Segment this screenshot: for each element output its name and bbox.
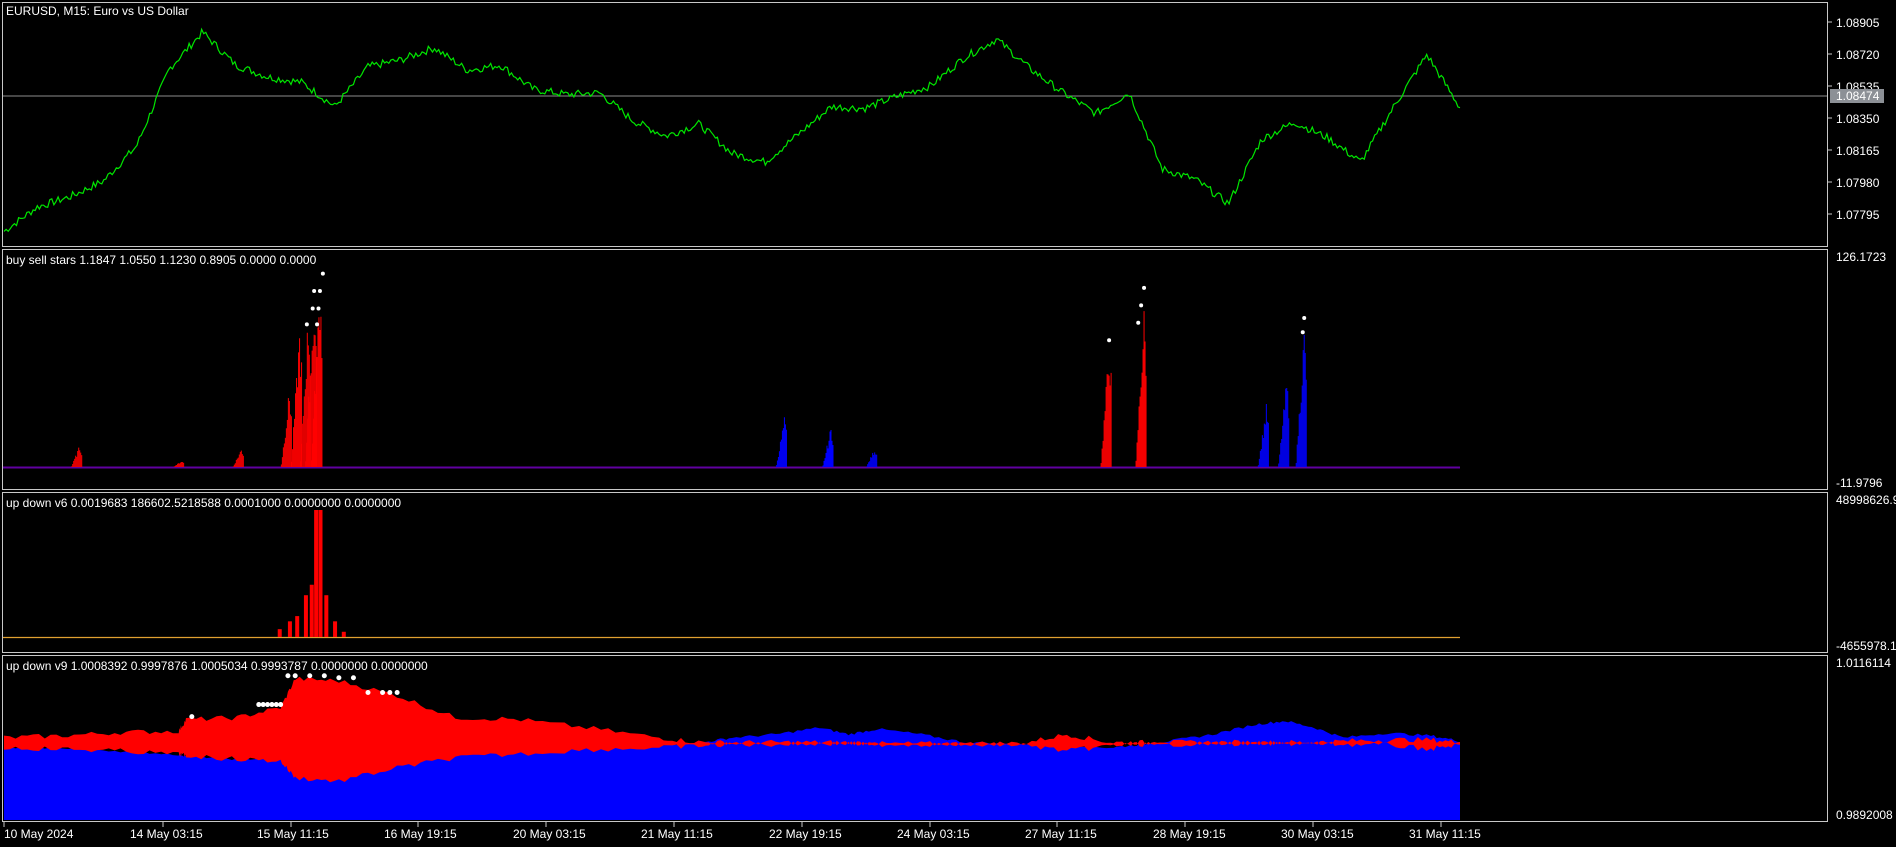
v6-bar bbox=[314, 510, 319, 637]
v6-bar bbox=[324, 595, 329, 637]
v9-dot bbox=[285, 673, 291, 679]
stars-panel-frame bbox=[2, 249, 1828, 490]
price-panel-frame bbox=[2, 2, 1828, 247]
v9-dot bbox=[365, 690, 371, 696]
v6-axis[interactable]: 48998626.9 -4655978.1 bbox=[1836, 493, 1896, 653]
v6-bar bbox=[341, 631, 346, 637]
stars-axis[interactable]: 126.1723 -11.9796 bbox=[1836, 250, 1886, 490]
time-axis-label: 30 May 03:15 bbox=[1281, 827, 1354, 841]
v9-dot bbox=[292, 673, 298, 679]
v6-red-bars bbox=[277, 510, 346, 637]
v6-bar bbox=[277, 629, 282, 637]
v6-panel-title: up down v6 0.0019683 186602.5218588 0.00… bbox=[6, 496, 401, 510]
v9-dot bbox=[387, 690, 393, 696]
chart-window: EURUSD, M15: Euro vs US Dollar buy sell … bbox=[2, 2, 1896, 841]
v9-dot bbox=[260, 702, 266, 708]
v9-dot bbox=[265, 702, 271, 708]
v6-bar bbox=[287, 621, 292, 637]
v9-dot bbox=[380, 690, 386, 696]
time-axis-label: 14 May 03:15 bbox=[130, 827, 203, 841]
v6-bar bbox=[318, 510, 323, 637]
time-axis-label: 15 May 11:15 bbox=[257, 827, 329, 841]
v9-dot bbox=[307, 673, 313, 679]
v6-bar bbox=[303, 595, 308, 637]
v9-dot bbox=[278, 702, 284, 708]
v6-panel-frame bbox=[2, 492, 1828, 653]
stars-panel[interactable]: buy sell stars 1.1847 1.0550 1.1230 0.89… bbox=[3, 253, 1460, 469]
price-panel-title: EURUSD, M15: Euro vs US Dollar bbox=[6, 4, 189, 18]
price-panel[interactable]: EURUSD, M15: Euro vs US Dollar bbox=[3, 4, 1827, 233]
time-axis-label: 20 May 03:15 bbox=[513, 827, 586, 841]
current-price-badge-text: 1.08474 bbox=[1836, 89, 1880, 103]
v6-bar bbox=[309, 584, 314, 637]
panel-frames bbox=[2, 2, 1828, 822]
star-dot bbox=[1136, 320, 1141, 325]
price-line bbox=[3, 27, 1461, 233]
v9-dot bbox=[189, 714, 195, 720]
stars-axis-bottom: -11.9796 bbox=[1836, 476, 1883, 490]
time-axis-label: 10 May 2024 bbox=[4, 827, 74, 841]
price-axis-label: 1.08350 bbox=[1836, 112, 1880, 126]
time-axis-label: 24 May 03:15 bbox=[897, 827, 970, 841]
v6-bar bbox=[295, 616, 300, 637]
v6-axis-bottom: -4655978.1 bbox=[1836, 639, 1896, 653]
v9-dot bbox=[273, 702, 279, 708]
v6-axis-top: 48998626.9 bbox=[1836, 493, 1896, 507]
star-dot bbox=[1142, 285, 1147, 290]
v9-dot bbox=[256, 702, 262, 708]
star-dot bbox=[310, 306, 315, 311]
v9-dot bbox=[269, 702, 275, 708]
v6-panel[interactable]: up down v6 0.0019683 186602.5218588 0.00… bbox=[3, 496, 1460, 639]
price-axis[interactable]: 1.08905 1.08720 1.08535 1.08350 1.08165 … bbox=[1827, 16, 1884, 222]
v9-dot bbox=[336, 675, 342, 681]
stars-dots bbox=[304, 271, 1307, 343]
time-axis-label: 22 May 19:15 bbox=[769, 827, 842, 841]
price-axis-label: 1.08905 bbox=[1836, 16, 1880, 30]
time-axis-label: 21 May 11:15 bbox=[641, 827, 713, 841]
star-dot bbox=[1139, 303, 1144, 308]
time-axis-label: 31 May 11:15 bbox=[1409, 827, 1481, 841]
star-dot bbox=[1302, 315, 1307, 320]
star-dot bbox=[1300, 330, 1305, 335]
star-dot bbox=[315, 322, 320, 327]
star-dot bbox=[304, 322, 309, 327]
time-axis-label: 27 May 11:15 bbox=[1025, 827, 1097, 841]
v9-panel[interactable]: up down v9 1.0008392 0.9997876 1.0005034… bbox=[4, 659, 1460, 820]
price-axis-label: 1.08720 bbox=[1836, 48, 1880, 62]
v9-dot bbox=[350, 675, 356, 681]
stars-panel-title: buy sell stars 1.1847 1.0550 1.1230 0.89… bbox=[6, 253, 317, 267]
star-dot bbox=[312, 289, 317, 294]
star-dot bbox=[317, 289, 322, 294]
price-axis-label: 1.08165 bbox=[1836, 144, 1880, 158]
price-axis-label: 1.07980 bbox=[1836, 176, 1880, 190]
v9-axis-top: 1.0116114 bbox=[1836, 656, 1891, 670]
stars-red-bars bbox=[71, 311, 1147, 467]
v9-panel-title: up down v9 1.0008392 0.9997876 1.0005034… bbox=[6, 659, 428, 673]
star-dot bbox=[316, 306, 321, 311]
stars-blue-bars bbox=[775, 334, 1307, 467]
star-dot bbox=[1107, 338, 1112, 343]
v6-bar bbox=[333, 621, 338, 637]
price-axis-label: 1.07795 bbox=[1836, 208, 1880, 222]
v9-dot bbox=[394, 690, 400, 696]
star-dot bbox=[320, 271, 325, 276]
v9-dot bbox=[321, 673, 327, 679]
time-axis-label: 28 May 19:15 bbox=[1153, 827, 1226, 841]
v9-axis[interactable]: 1.0116114 0.9892008 bbox=[1836, 656, 1893, 822]
stars-axis-top: 126.1723 bbox=[1836, 250, 1886, 264]
v9-axis-bottom: 0.9892008 bbox=[1836, 808, 1893, 822]
time-axis-label: 16 May 19:15 bbox=[384, 827, 457, 841]
time-axis[interactable]: 10 May 2024 14 May 03:15 15 May 11:15 16… bbox=[3, 822, 1481, 841]
